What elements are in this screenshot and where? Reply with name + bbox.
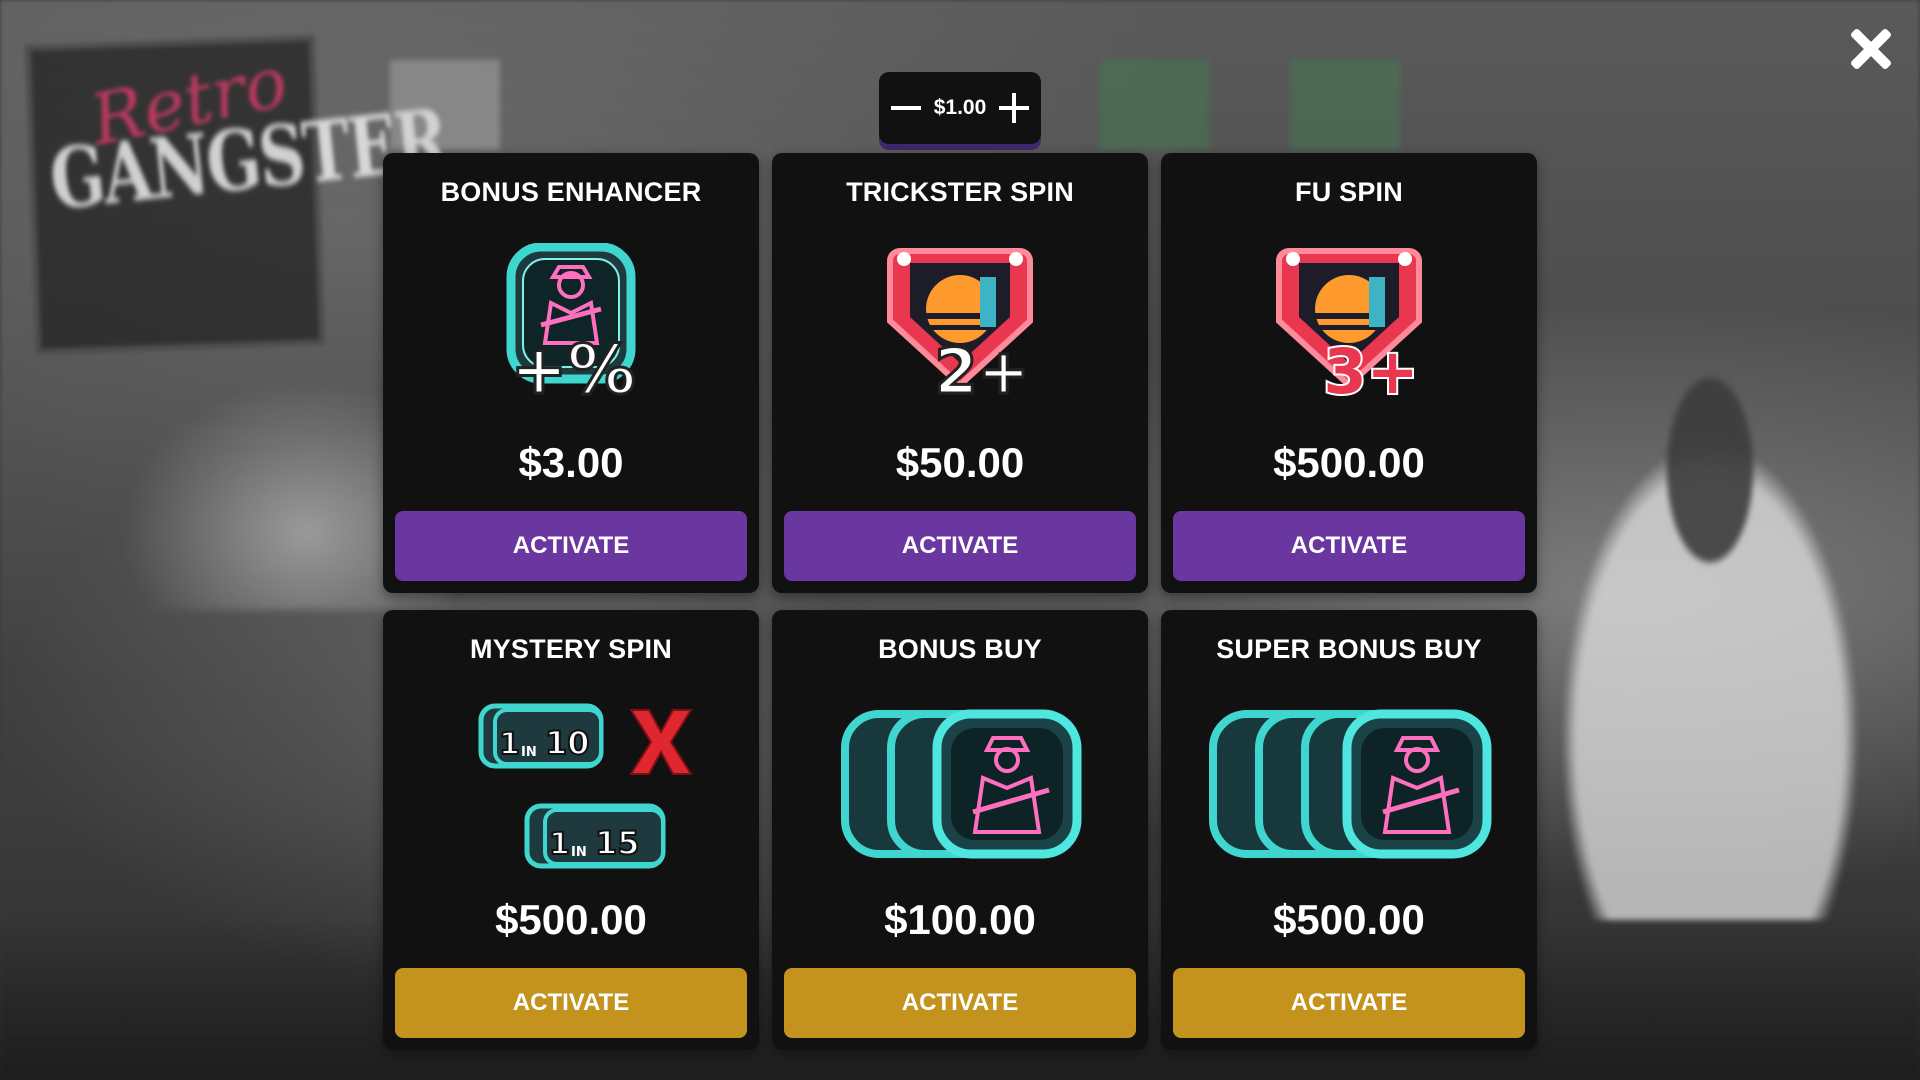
svg-text:1: 1 bbox=[549, 827, 570, 862]
card-title: FU SPIN bbox=[1295, 177, 1403, 207]
percent-badge-icon: +% bbox=[383, 243, 759, 423]
card-title: BONUS ENHANCER bbox=[440, 177, 702, 207]
sunset-shield-icon: 3+ bbox=[1161, 243, 1537, 423]
feature-card-mystery-spin: MYSTERY SPIN 1 IN 10 1 IN 15 $500.00 ACT… bbox=[383, 610, 759, 1050]
close-icon bbox=[629, 709, 693, 775]
background-character bbox=[1500, 320, 1920, 920]
background-poster bbox=[1100, 60, 1210, 150]
mystery-odds-icon: 1 IN 10 1 IN 15 bbox=[383, 700, 759, 880]
card-price: $500.00 bbox=[1273, 896, 1425, 943]
card-price: $50.00 bbox=[895, 439, 1025, 486]
feature-card-super-bonus-buy: SUPER BONUS BUY $500.00 ACTIVATE bbox=[1161, 610, 1537, 1050]
icon-label: 3+ bbox=[1323, 335, 1418, 403]
card-price: $100.00 bbox=[884, 896, 1036, 943]
card-price: $500.00 bbox=[1273, 439, 1425, 486]
sunset-shield-icon: 3+ bbox=[1276, 248, 1422, 403]
icon-label: 2+ bbox=[934, 335, 1029, 403]
activate-button[interactable]: ACTIVATE bbox=[395, 968, 747, 1038]
activate-button[interactable]: ACTIVATE bbox=[784, 968, 1136, 1038]
svg-text:10: 10 bbox=[545, 724, 590, 762]
percent-badge-icon: +% bbox=[506, 243, 637, 403]
svg-text:1: 1 bbox=[499, 727, 520, 762]
gangster-cards-4-icon bbox=[1161, 700, 1537, 880]
feature-card-bonus-buy: BONUS BUY $100.00 ACTIVATE bbox=[772, 610, 1148, 1050]
background-poster bbox=[390, 60, 500, 150]
activate-button[interactable]: ACTIVATE bbox=[1173, 968, 1525, 1038]
mystery-odds-icon: 1 IN 10 1 IN 15 bbox=[478, 703, 693, 869]
close-icon[interactable] bbox=[1846, 24, 1896, 74]
feature-card-bonus-enhancer: BONUS ENHANCER +% $3.00 ACTIVATE bbox=[383, 153, 759, 593]
activate-button[interactable]: ACTIVATE bbox=[1173, 511, 1525, 581]
gangster-cards-3-icon bbox=[841, 709, 1082, 859]
card-price: $500.00 bbox=[495, 896, 647, 943]
sunset-shield-icon: 2+ bbox=[887, 248, 1033, 403]
gangster-cards-3-icon bbox=[772, 700, 1148, 880]
background-poster bbox=[1290, 60, 1400, 150]
gangster-cards-4-icon bbox=[1209, 709, 1492, 859]
svg-text:IN: IN bbox=[521, 745, 537, 760]
increase-bet-button[interactable] bbox=[997, 91, 1031, 125]
icon-label: +% bbox=[510, 331, 635, 403]
svg-text:15: 15 bbox=[595, 824, 640, 862]
card-title: SUPER BONUS BUY bbox=[1216, 634, 1482, 664]
card-title: TRICKSTER SPIN bbox=[846, 177, 1074, 207]
activate-button[interactable]: ACTIVATE bbox=[784, 511, 1136, 581]
feature-card-fu-spin: FU SPIN 3+ $500.00 ACTIVATE bbox=[1161, 153, 1537, 593]
decrease-bet-button[interactable] bbox=[889, 91, 923, 125]
card-title: BONUS BUY bbox=[878, 634, 1042, 664]
svg-text:IN: IN bbox=[571, 845, 587, 860]
sunset-shield-icon: 2+ bbox=[772, 243, 1148, 423]
bet-stepper: $1.00 bbox=[879, 72, 1041, 144]
bet-value: $1.00 bbox=[933, 96, 987, 119]
activate-button[interactable]: ACTIVATE bbox=[395, 511, 747, 581]
feature-card-trickster-spin: TRICKSTER SPIN 2+ $50.00 ACTIVATE bbox=[772, 153, 1148, 593]
card-title: MYSTERY SPIN bbox=[470, 634, 672, 664]
minus-icon bbox=[891, 106, 921, 110]
card-price: $3.00 bbox=[518, 439, 624, 486]
